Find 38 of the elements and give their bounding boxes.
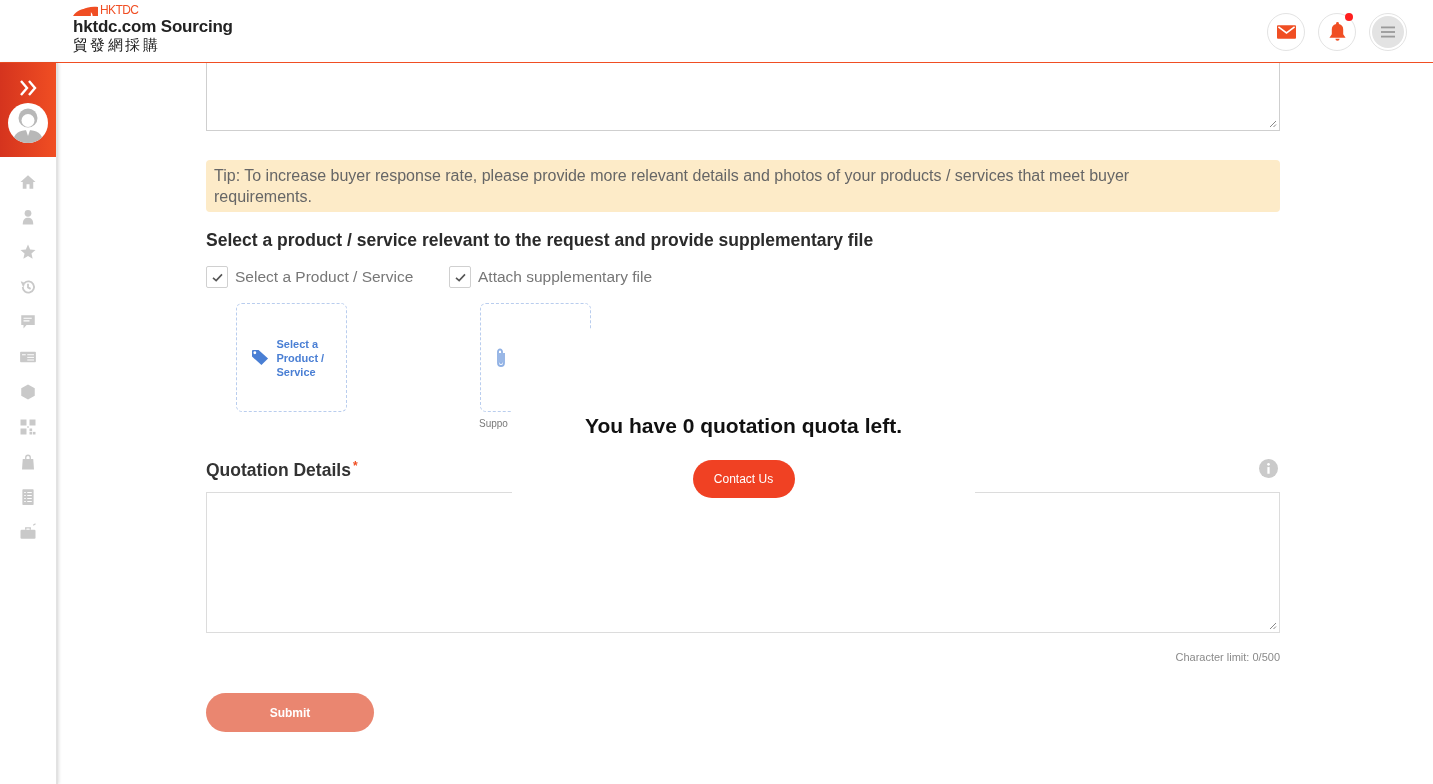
resize-handle-icon — [1269, 120, 1277, 128]
logo-wordmark: HKTDC — [100, 4, 139, 17]
mail-button[interactable] — [1267, 12, 1305, 51]
briefcase-icon[interactable] — [19, 522, 37, 541]
tag-icon — [250, 349, 270, 366]
quotation-details-label: Quotation Details$^{*}$ — [206, 458, 358, 482]
section-heading: Select a product / service relevant to the request and provide supplementary file — [206, 229, 875, 252]
history-icon[interactable] — [19, 277, 37, 296]
info-icon[interactable] — [1259, 458, 1278, 478]
paperclip-icon — [495, 346, 507, 369]
cube-icon[interactable] — [19, 382, 37, 401]
checkbox[interactable] — [206, 266, 228, 288]
character-limit: Character limit: 0/500 — [1175, 650, 1280, 664]
text-area[interactable] — [206, 63, 1280, 131]
upload-caption: Suppo — [479, 418, 508, 430]
checkbox[interactable] — [449, 266, 471, 288]
double-chevron-icon[interactable] — [19, 80, 37, 96]
site-title: hktdc.com Sourcing — [73, 17, 233, 36]
select-product-button[interactable]: Select a Product / Service — [236, 303, 347, 412]
checkbox-label[interactable]: Attach supplementary file — [478, 268, 653, 286]
avatar-icon[interactable] — [8, 103, 48, 143]
bell-icon — [1327, 21, 1347, 42]
site-subtitle: 貿發網採購 — [73, 36, 161, 54]
notification-button[interactable] — [1318, 12, 1356, 51]
contact-us-button[interactable]: Contact Us — [692, 460, 795, 498]
checkmark-icon — [454, 272, 466, 282]
grid-icon[interactable] — [19, 417, 37, 436]
logo-mark-icon — [73, 5, 98, 16]
resize-handle-icon — [1269, 622, 1277, 630]
envelope-icon — [1276, 24, 1296, 39]
quota-message: You have 0 quotation quota left. — [585, 413, 902, 439]
tip-banner: Tip: To increase buyer response rate, please provide more relevant details and photos of your products / services that meet buyer requirements. — [206, 160, 1280, 212]
checklist-icon[interactable] — [19, 487, 37, 506]
menu-icon — [1372, 15, 1404, 48]
checkmark-icon — [211, 272, 223, 282]
bag-icon[interactable] — [19, 452, 37, 471]
menu-button[interactable] — [1369, 12, 1407, 51]
checkbox-label[interactable]: Select a Product / Service — [235, 268, 414, 286]
